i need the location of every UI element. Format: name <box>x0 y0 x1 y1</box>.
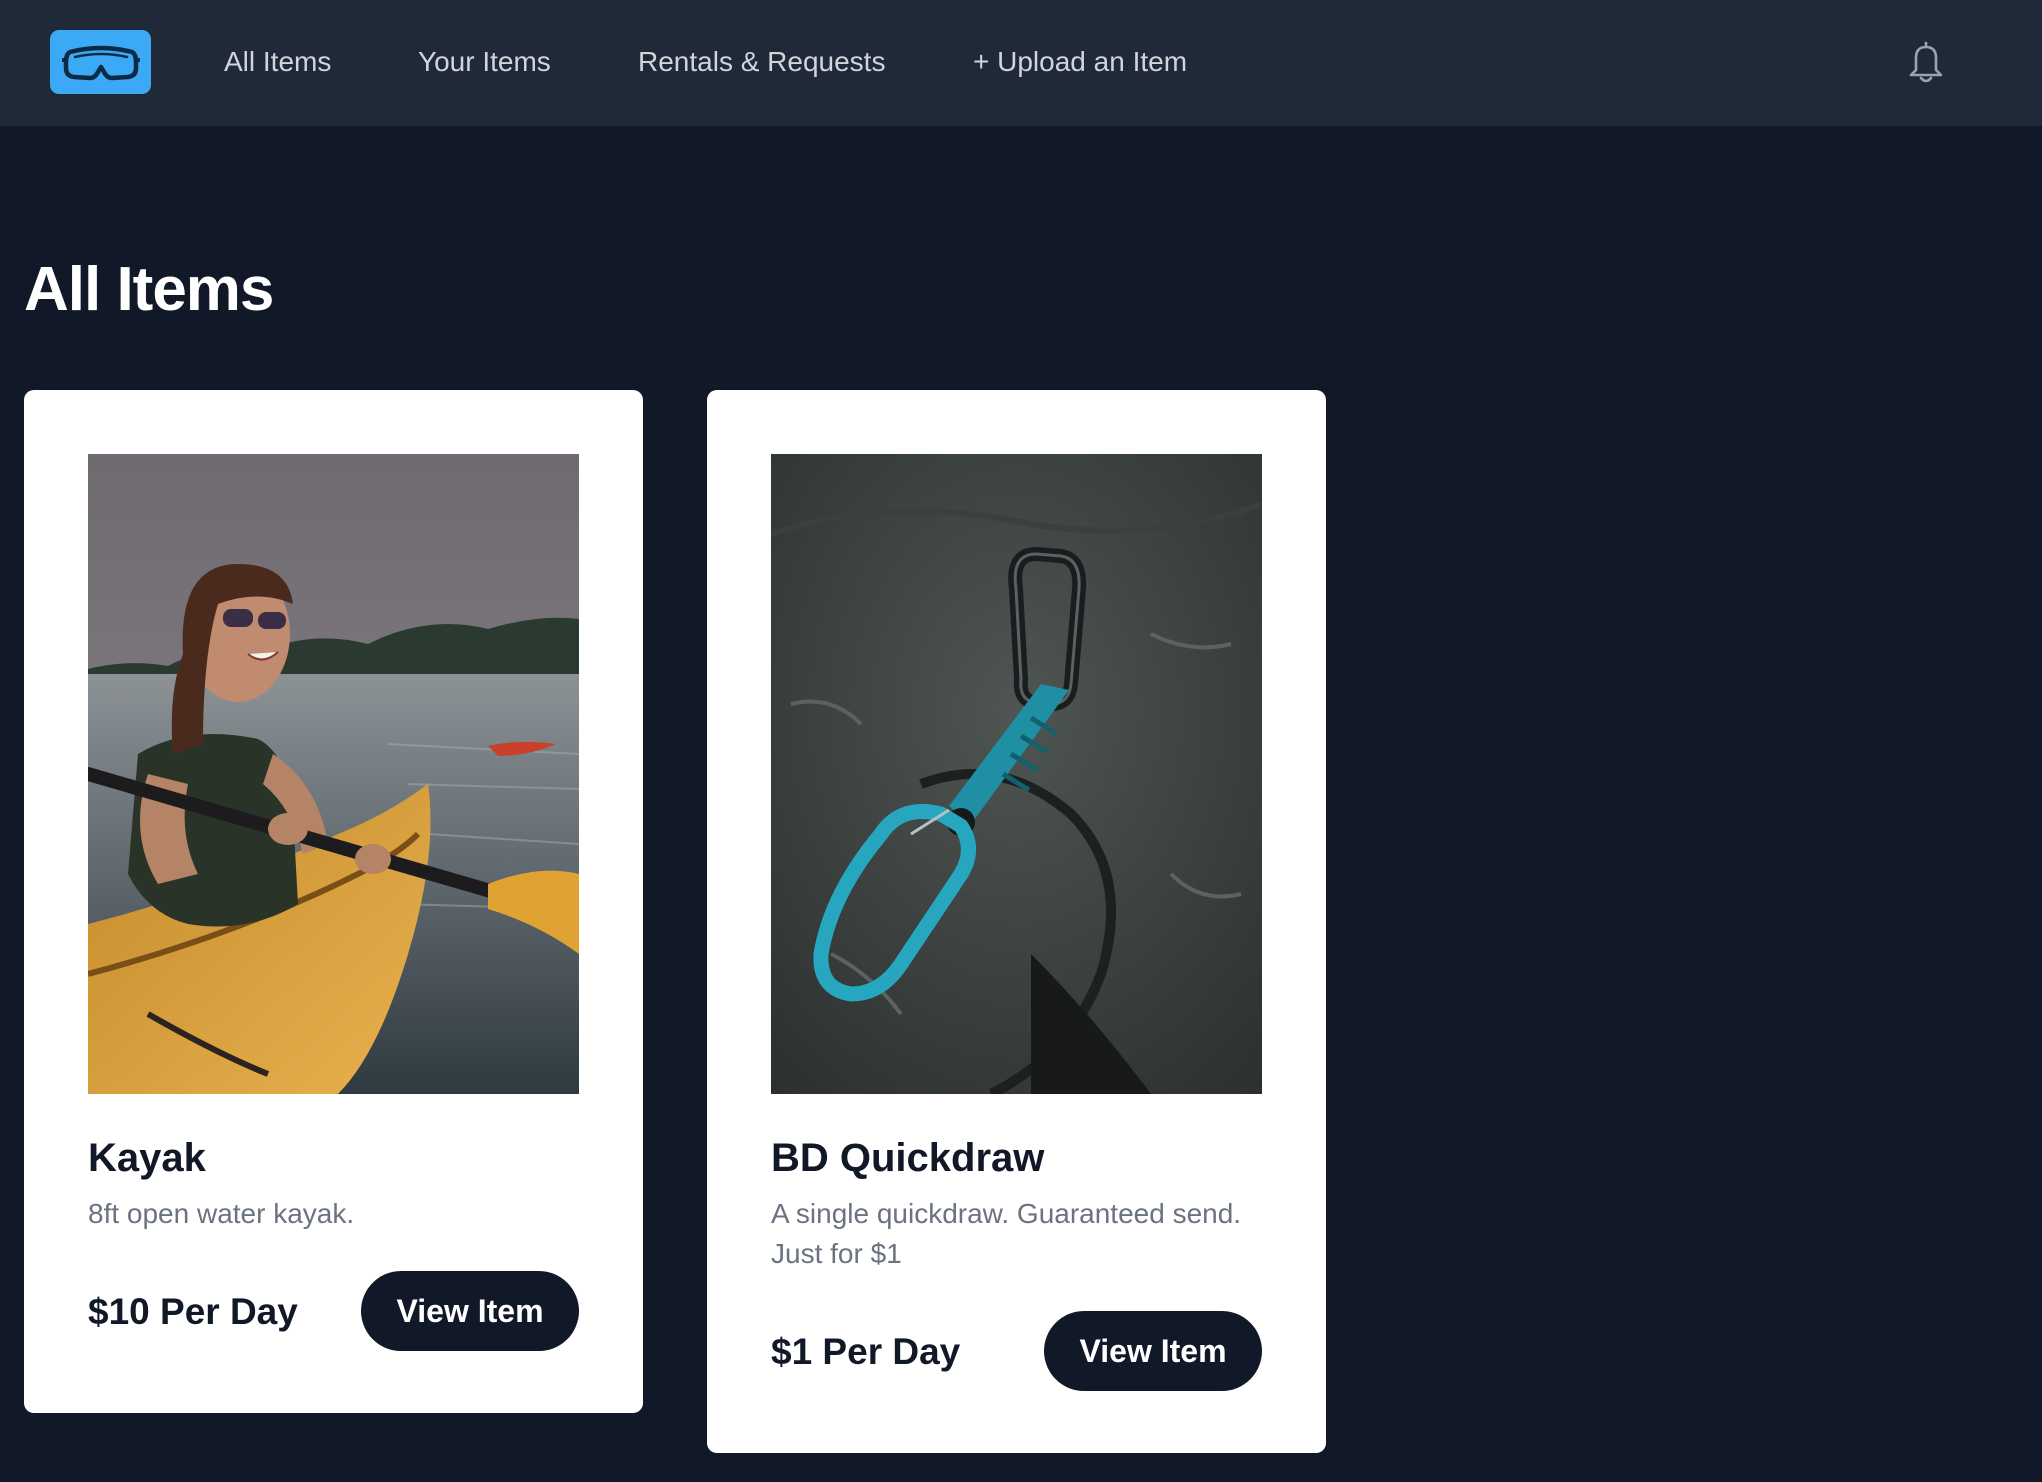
nav-upload-item[interactable]: + Upload an Item <box>973 42 1187 82</box>
item-title: BD Quickdraw <box>771 1136 1045 1180</box>
item-price: $10 Per Day <box>88 1291 298 1332</box>
item-description: A single quickdraw. Guaranteed send. Jus… <box>771 1198 1242 1269</box>
item-price: $1 Per Day <box>771 1331 961 1372</box>
nav-all-items[interactable]: All Items <box>224 42 331 82</box>
notifications-button[interactable] <box>1906 40 1946 84</box>
goggles-icon <box>61 45 140 81</box>
bell-icon <box>1909 41 1943 83</box>
top-navbar: All Items Your Items Rentals & Requests … <box>0 0 2042 126</box>
page-title: All Items <box>24 255 274 324</box>
kayak-photo <box>88 454 579 1094</box>
item-description: 8ft open water kayak. <box>88 1198 355 1229</box>
quickdraw-photo <box>771 454 1262 1094</box>
view-item-button[interactable]: View Item <box>1044 1311 1262 1391</box>
item-card-kayak: Kayak 8ft open water kayak. $10 Per Day … <box>24 390 643 1413</box>
item-card-quickdraw: BD Quickdraw A single quickdraw. Guarant… <box>707 390 1326 1453</box>
view-item-button[interactable]: View Item <box>361 1271 579 1351</box>
nav-rentals-requests[interactable]: Rentals & Requests <box>638 42 885 82</box>
nav-your-items[interactable]: Your Items <box>418 42 551 82</box>
item-title: Kayak <box>88 1136 206 1180</box>
home-logo[interactable] <box>50 30 151 94</box>
